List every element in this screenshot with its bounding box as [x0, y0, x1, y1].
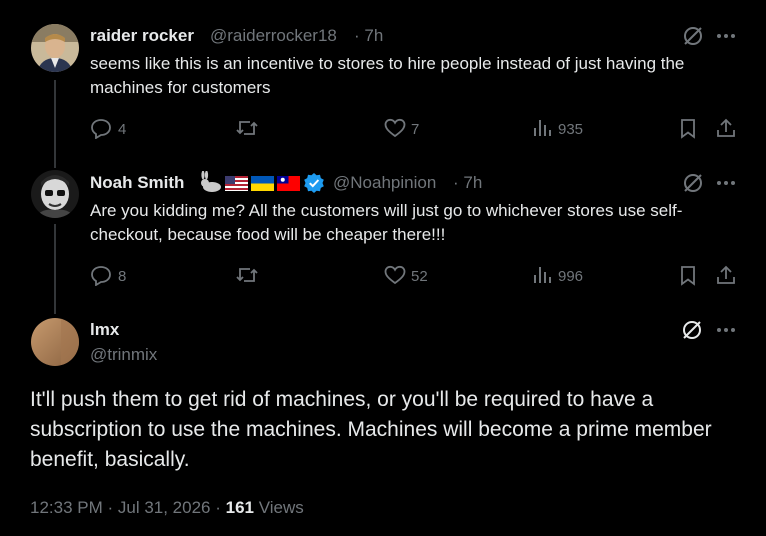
bookmark-icon[interactable]	[679, 118, 697, 139]
reply-count: 8	[118, 268, 127, 285]
reply-count: 4	[118, 121, 127, 138]
views-count: 996	[558, 268, 584, 285]
display-name[interactable]: raider rocker	[90, 26, 194, 46]
heart-icon[interactable]	[384, 265, 406, 285]
grok-icon[interactable]	[681, 319, 703, 341]
timestamp[interactable]: · 7h	[453, 173, 482, 193]
grok-icon[interactable]	[682, 172, 704, 194]
reply-icon[interactable]	[90, 264, 112, 286]
views-icon[interactable]	[532, 265, 552, 285]
display-name[interactable]: Noah Smith	[90, 173, 184, 193]
grok-icon[interactable]	[682, 25, 704, 47]
thread-line	[54, 80, 56, 168]
retweet-icon[interactable]	[235, 264, 259, 286]
views-icon[interactable]	[532, 118, 552, 138]
tweet-text: It'll push them to get rid of machines, …	[30, 388, 712, 471]
timestamp[interactable]: · 7h	[354, 26, 383, 46]
thread-line	[54, 224, 56, 314]
more-icon[interactable]	[716, 180, 736, 186]
share-icon[interactable]	[715, 264, 737, 286]
handle[interactable]: @trinmix	[90, 345, 157, 365]
avatar[interactable]	[31, 170, 79, 218]
display-name[interactable]: lmx	[90, 320, 119, 340]
taiwan-flag-icon	[277, 176, 300, 191]
rabbit-icon	[201, 171, 221, 192]
handle[interactable]: @Noahpinion	[333, 173, 436, 193]
tweet-meta: 12:33 PM · Jul 31, 2026 · 161 Views	[30, 498, 304, 518]
more-icon[interactable]	[716, 33, 736, 39]
avatar[interactable]	[31, 24, 79, 72]
views-count: 935	[558, 121, 584, 138]
us-flag-icon	[225, 176, 248, 191]
views-count: 161	[225, 498, 254, 517]
views-label: Views	[258, 498, 304, 517]
share-icon[interactable]	[715, 117, 737, 139]
tweet-text: seems like this is an incentive to store…	[90, 54, 685, 97]
heart-icon[interactable]	[384, 118, 406, 138]
bookmark-icon[interactable]	[679, 265, 697, 286]
avatar[interactable]	[31, 318, 79, 366]
verified-icon[interactable]	[303, 172, 325, 194]
timestamp[interactable]: 12:33 PM · Jul 31, 2026 ·	[30, 498, 221, 517]
retweet-icon[interactable]	[235, 117, 259, 139]
tweet-text: Are you kidding me? All the customers wi…	[90, 201, 683, 244]
like-count: 7	[411, 121, 420, 138]
ukraine-flag-icon	[251, 176, 274, 191]
handle[interactable]: @raiderrocker18	[210, 26, 337, 46]
more-icon[interactable]	[716, 327, 736, 333]
like-count: 52	[411, 268, 428, 285]
reply-icon[interactable]	[90, 117, 112, 139]
